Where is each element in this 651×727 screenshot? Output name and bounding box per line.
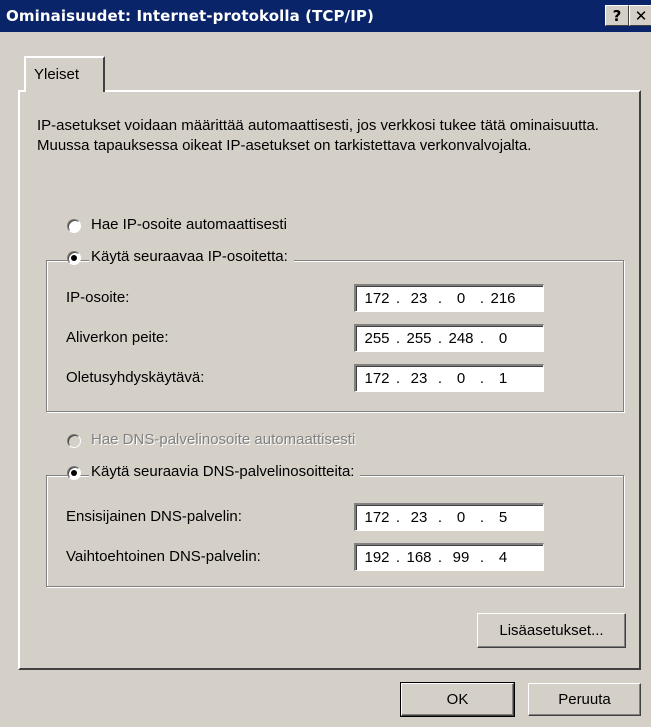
octet-separator: . xyxy=(437,290,443,307)
octet: 23 xyxy=(410,370,428,387)
alternate-dns-field[interactable]: 192 . 168 . 99 . 4 xyxy=(354,543,544,571)
dns-auto-radio[interactable] xyxy=(67,434,81,448)
tab-general[interactable]: Yleiset xyxy=(24,56,105,92)
dns-manual-radio[interactable] xyxy=(67,466,81,480)
dns-manual-label[interactable]: Käytä seuraavia DNS-palvelinosoitteita: xyxy=(89,463,361,480)
octet: 0 xyxy=(456,290,466,307)
ip-manual-radio[interactable] xyxy=(67,251,81,265)
octet-separator: . xyxy=(395,290,401,307)
default-gateway-field[interactable]: 172 . 23 . 0 . 1 xyxy=(354,364,544,392)
close-icon: ✕ xyxy=(634,7,648,25)
octet: 5 xyxy=(498,509,508,526)
alternate-dns-label: Vaihtoehtoinen DNS-palvelin: xyxy=(66,548,261,565)
tab-general-label: Yleiset xyxy=(34,66,80,83)
octet: 99 xyxy=(452,549,470,566)
ip-manual-label[interactable]: Käytä seuraavaa IP-osoitetta: xyxy=(89,248,294,265)
preferred-dns-field[interactable]: 172 . 23 . 0 . 5 xyxy=(354,503,544,531)
subnet-mask-label: Aliverkon peite: xyxy=(66,329,169,346)
octet: 168 xyxy=(406,549,432,566)
octet-separator: . xyxy=(479,549,485,566)
octet: 0 xyxy=(456,370,466,387)
ip-address-label: IP-osoite: xyxy=(66,289,130,306)
octet: 4 xyxy=(498,549,508,566)
octet-separator: . xyxy=(437,370,443,387)
octet: 172 xyxy=(364,509,390,526)
octet-separator: . xyxy=(395,370,401,387)
ip-address-field[interactable]: 172 . 23 . 0 . 216 xyxy=(354,284,544,312)
ip-manual-radio-dot xyxy=(71,255,77,261)
subnet-mask-field[interactable]: 255 . 255 . 248 . 0 xyxy=(354,324,544,352)
octet-separator: . xyxy=(479,370,485,387)
octet: 216 xyxy=(490,290,516,307)
advanced-button[interactable]: Lisäasetukset... xyxy=(477,613,626,648)
preferred-dns-label: Ensisijainen DNS-palvelin: xyxy=(66,508,242,525)
ip-auto-label[interactable]: Hae IP-osoite automaattisesti xyxy=(91,216,293,233)
octet-separator: . xyxy=(437,509,443,526)
help-button[interactable]: ? xyxy=(605,5,629,26)
octet-separator: . xyxy=(395,330,401,347)
ok-button[interactable]: OK xyxy=(400,682,515,717)
default-gateway-label: Oletusyhdyskäytävä: xyxy=(66,369,205,386)
octet: 23 xyxy=(410,509,428,526)
octet: 1 xyxy=(498,370,508,387)
octet-separator: . xyxy=(479,290,485,307)
cancel-button[interactable]: Peruuta xyxy=(528,683,641,716)
octet-separator: . xyxy=(437,549,443,566)
ip-auto-radio[interactable] xyxy=(67,219,81,233)
close-button[interactable]: ✕ xyxy=(629,5,651,26)
octet-separator: . xyxy=(437,330,443,347)
octet: 248 xyxy=(448,330,474,347)
description-text: IP-asetukset voidaan määrittää automaatt… xyxy=(37,117,599,154)
octet: 0 xyxy=(456,509,466,526)
octet: 192 xyxy=(364,549,390,566)
title-bar: Ominaisuudet: Internet-protokolla (TCP/I… xyxy=(0,0,651,32)
octet: 172 xyxy=(364,370,390,387)
dns-manual-radio-dot xyxy=(71,470,77,476)
octet-separator: . xyxy=(479,509,485,526)
window-title: Ominaisuudet: Internet-protokolla (TCP/I… xyxy=(6,7,374,25)
octet-separator: . xyxy=(395,509,401,526)
dns-auto-label[interactable]: Hae DNS-palvelinosoite automaattisesti xyxy=(91,431,362,448)
octet: 23 xyxy=(410,290,428,307)
octet: 0 xyxy=(498,330,508,347)
octet-separator: . xyxy=(479,330,485,347)
octet: 172 xyxy=(364,290,390,307)
octet: 255 xyxy=(364,330,390,347)
octet: 255 xyxy=(406,330,432,347)
octet-separator: . xyxy=(395,549,401,566)
help-icon: ? xyxy=(612,7,622,25)
